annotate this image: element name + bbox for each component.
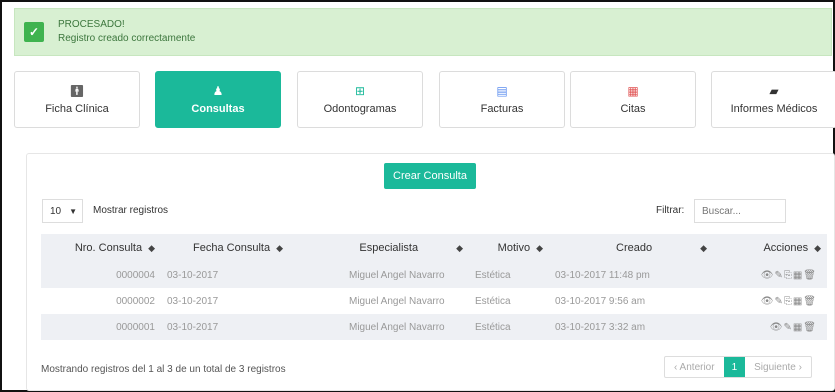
tab-ficha-clinica[interactable]: 🚹︎ Ficha Clínica — [14, 71, 140, 128]
cell-fecha: 03-10-2017 — [161, 314, 289, 340]
row-actions[interactable]: 👁✎⎘▦🗑 — [713, 262, 827, 288]
header-label: Nro. Consulta — [74, 242, 143, 254]
cell-creado: 03-10-2017 11:48 pm — [549, 262, 713, 288]
sort-icon: ◆ — [148, 243, 155, 253]
cell-nro: 0000001 — [41, 314, 161, 340]
tab-odontogramas[interactable]: ⊞ Odontogramas — [297, 71, 423, 128]
app-frame: ✓ PROCESADO! Registro creado correctamen… — [0, 0, 835, 392]
cell-creado: 03-10-2017 3:32 am — [549, 314, 713, 340]
col-nro-consulta[interactable]: Nro. Consulta ◆ — [41, 234, 161, 262]
cell-motivo: Estética — [475, 295, 511, 307]
alert-title: PROCESADO! — [58, 19, 125, 30]
filter-label: Filtrar: — [656, 205, 685, 216]
sort-icon: ◆ — [700, 243, 707, 253]
cell-especialista: Miguel Angel Navarro — [349, 295, 445, 307]
header-label: Especialista — [359, 242, 419, 254]
sort-icon: ◆ — [814, 243, 821, 253]
row-actions[interactable]: 👁✎⎘▦🗑 — [713, 288, 827, 314]
sort-icon: ◆ — [536, 243, 543, 253]
sort-icon: ◆ — [456, 243, 463, 253]
header-label: Creado — [616, 242, 653, 254]
table-info: Mostrando registros del 1 al 3 de un tot… — [41, 364, 286, 375]
col-acciones[interactable]: Acciones ◆ — [713, 234, 827, 262]
create-consulta-button[interactable]: Crear Consulta — [384, 163, 476, 189]
col-especialista[interactable]: Especialista ◆ — [289, 234, 469, 262]
caret-down-icon: ▼ — [69, 206, 78, 216]
col-fecha-consulta[interactable]: Fecha Consulta ◆ — [161, 234, 289, 262]
table-row: 0000001 03-10-2017 Miguel Angel Navarro … — [41, 314, 827, 340]
next-page-button[interactable]: Siguiente › — [745, 357, 811, 377]
tab-label: Facturas — [480, 103, 524, 115]
tab-label: Consultas — [191, 103, 245, 115]
consultas-panel: Crear Consulta 10 ▼ Mostrar registros Fi… — [26, 153, 835, 391]
tab-label: Citas — [620, 103, 646, 115]
record-tabs: 🚹︎ Ficha Clínica ♟ Consultas ⊞ Odontogra… — [14, 71, 835, 128]
consultas-table: Nro. Consulta ◆ Fecha Consulta ◆ Especiali… — [41, 234, 827, 340]
table-row: 0000004 03-10-2017 Miguel Angel Navarro … — [41, 262, 827, 288]
success-alert: ✓ PROCESADO! Registro creado correctamen… — [14, 8, 832, 56]
col-creado[interactable]: Creado ◆ — [549, 234, 713, 262]
cell-creado: 03-10-2017 9:56 am — [555, 295, 646, 307]
col-motivo[interactable]: Motivo ◆ — [469, 234, 549, 262]
cell-nro: 0000004 — [41, 262, 161, 288]
page-1-button[interactable]: 1 — [723, 357, 746, 377]
person-icon: 🚹︎ — [69, 84, 85, 98]
check-icon: ✓ — [24, 22, 44, 42]
tab-informes-medicos[interactable]: ▰ Informes Médicos — [711, 71, 835, 128]
tab-consultas[interactable]: ♟ Consultas — [155, 71, 281, 128]
file-icon: ▤ — [496, 84, 508, 98]
alert-message: Registro creado correctamente — [58, 33, 196, 44]
folder-open-icon: ▰ — [769, 84, 779, 98]
length-label: Mostrar registros — [93, 205, 169, 216]
row-actions[interactable]: 👁✎▦🗑 — [713, 314, 827, 340]
users-icon: ♟ — [212, 84, 224, 98]
cell-fecha: 03-10-2017 — [161, 262, 289, 288]
tab-label: Informes Médicos — [730, 103, 818, 115]
calendar-icon: ▦ — [627, 84, 639, 98]
table-row: 0000002 03-10-2017 Miguel Angel Navarro … — [41, 288, 827, 314]
tab-label: Odontogramas — [323, 103, 397, 115]
pagination: ‹ Anterior 1 Siguiente › — [664, 356, 812, 378]
tab-citas[interactable]: ▦ Citas — [570, 71, 696, 128]
grid-plus-icon: ⊞ — [354, 84, 366, 98]
length-value: 10 — [50, 205, 62, 217]
sort-icon: ◆ — [276, 243, 283, 253]
cell-motivo: Estética — [469, 314, 549, 340]
header-label: Motivo — [497, 242, 531, 254]
header-label: Fecha Consulta — [193, 242, 271, 254]
prev-page-button[interactable]: ‹ Anterior — [665, 357, 724, 377]
cell-motivo: Estética — [469, 262, 549, 288]
filter-input[interactable] — [694, 199, 786, 223]
cell-nro: 0000002 — [116, 295, 155, 307]
tab-label: Ficha Clínica — [45, 103, 109, 115]
tab-facturas[interactable]: ▤ Facturas — [439, 71, 565, 128]
header-label: Acciones — [763, 242, 809, 254]
cell-especialista: Miguel Angel Navarro — [289, 314, 469, 340]
records-length-select[interactable]: 10 ▼ — [42, 199, 83, 223]
cell-especialista: Miguel Angel Navarro — [289, 262, 469, 288]
cell-fecha: 03-10-2017 — [167, 295, 219, 307]
